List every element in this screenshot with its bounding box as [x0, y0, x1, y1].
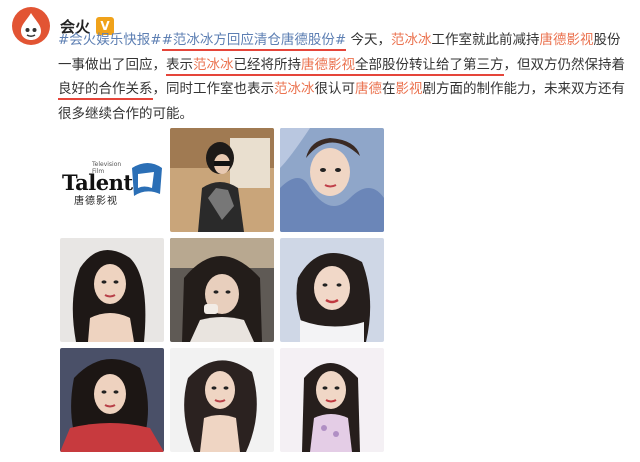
photo[interactable] [60, 348, 164, 452]
keyword-link[interactable]: 唐德影视 [301, 57, 355, 73]
text-span: 很认可 [314, 81, 356, 97]
text-span: ，但双方仍然保持着 [503, 56, 626, 73]
text-span: 全部股份转让给了第三方 [355, 56, 504, 73]
logo-image[interactable]: Television Film Talent 唐德影视 [60, 128, 164, 232]
avatar[interactable] [12, 7, 50, 45]
photo[interactable] [60, 238, 164, 342]
keyword-link[interactable]: 唐德影视 [540, 32, 594, 48]
hashtag-link[interactable]: #会火娱乐快报# [58, 32, 162, 48]
post-text: #会火娱乐快报##范冰冰方回应清仓唐德股份# 今天，范冰冰工作室就此前减持唐德影… [58, 28, 630, 126]
keyword-link[interactable]: 范冰冰 [391, 32, 432, 48]
photo[interactable] [280, 348, 384, 452]
text-span: 在 [382, 81, 396, 97]
keyword-link[interactable]: 影视 [396, 81, 423, 97]
keyword-link[interactable]: 唐德 [355, 81, 382, 97]
text-span: 已经将所持 [233, 56, 302, 73]
photo[interactable] [170, 238, 274, 342]
photo[interactable] [280, 238, 384, 342]
photo[interactable] [170, 348, 274, 452]
flame-drop-icon [21, 13, 41, 40]
keyword-link[interactable]: 范冰冰 [274, 81, 315, 97]
text-span: 表示 [166, 56, 193, 73]
text-span: 今天， [346, 32, 392, 48]
text-span: 良好的合作关系 [58, 81, 153, 100]
photo[interactable] [170, 128, 274, 232]
text-span: 工作室就此前减持 [431, 32, 540, 48]
keyword-link[interactable]: 范冰冰 [193, 57, 234, 73]
hashtag-link[interactable]: #范冰冰方回应清仓唐德股份# [161, 32, 347, 51]
text-span: ，同时工作室也表示 [152, 81, 275, 97]
logo-mark-icon [132, 163, 162, 196]
photo[interactable] [280, 128, 384, 232]
